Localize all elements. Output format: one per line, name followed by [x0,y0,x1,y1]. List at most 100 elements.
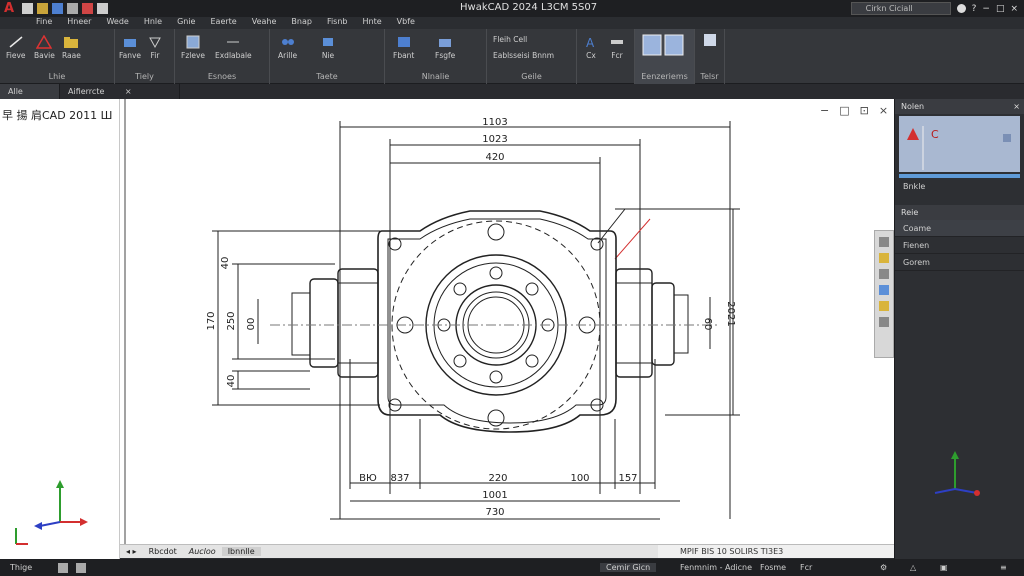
explode-button[interactable]: Exdlabale [215,35,252,60]
annotation-icon[interactable]: △ [910,563,916,572]
ribbon-group-annotate: Fzleve Exdlabale Esnoes [175,29,270,84]
close-icon[interactable]: × [879,104,888,117]
undo-icon[interactable] [82,3,93,14]
line-button[interactable]: Fieve [6,35,26,60]
maximize-icon[interactable]: □ [996,4,1005,14]
list-item[interactable]: Fienen [895,237,1024,254]
dim-left-1: 40 [220,257,231,270]
minimize-icon[interactable]: − [982,4,990,14]
workspace-icon[interactable]: ▣ [940,563,948,572]
close-icon[interactable]: × [1010,4,1018,14]
menu-item[interactable]: Veahe [252,17,277,29]
pan-icon[interactable] [879,237,889,247]
tab-drawing[interactable]: Aifierrcte × [60,84,180,99]
grid-icon[interactable] [58,562,68,573]
menu-item[interactable]: Fine [36,17,52,29]
menu-item[interactable]: Hnte [363,17,382,29]
measure-button[interactable]: Fcr [609,35,625,60]
new-icon[interactable] [22,3,33,14]
panel-row[interactable]: Bnkle [895,178,1024,195]
maximize-icon[interactable]: ⊡ [860,104,869,117]
text-button[interactable]: A Cx [583,35,599,60]
svg-text:C: C [931,128,939,141]
ribbon: Fieve Bavie Raae Lhie Fanve Fir Tiely Fz… [0,29,1024,84]
menu-item[interactable]: Eaerte [210,17,236,29]
print-icon[interactable] [67,3,78,14]
group-button[interactable]: Fsgfe [435,35,455,60]
layer-icon [323,38,333,46]
dim-bottom-6: 730 [485,507,504,518]
steering-icon[interactable] [879,301,889,311]
window-title: HwakCAD 2024 L3CM 5S07 [460,2,598,13]
viewports-button[interactable] [641,33,685,57]
user-icon[interactable] [956,4,966,13]
dim-bottom-1: 837 [390,473,409,484]
menu-item[interactable]: Bnap [291,17,312,29]
menu-item[interactable]: Gnie [177,17,195,29]
showmotion-icon[interactable] [879,285,889,295]
tab-layout-3[interactable]: Ibnnlle [221,547,261,556]
status-scale[interactable]: Fosme [760,563,786,572]
open-icon[interactable] [37,3,48,14]
menu-item[interactable]: Fisnb [327,17,348,29]
insert-button[interactable]: Fbant [393,35,414,60]
nav-arrows-icon[interactable]: ◂ ▸ [120,547,143,556]
polyline-button[interactable]: Bavie [34,35,55,60]
layer-button[interactable]: Nie [320,35,336,60]
command-line[interactable]: MPIF BIS 10 SOLIRS TI3E3 [658,544,894,558]
triangle-icon [36,35,53,49]
menu-bar: Fine Hneer Wede Hnle Gnie Eaerte Veahe B… [36,17,415,29]
list-item[interactable]: Gorem [895,254,1024,271]
properties-button[interactable]: Eablsseisi Bnnm [493,51,554,60]
drawing-canvas[interactable]: 1103 1023 420 BЮ 837 220 100 157 1001 73… [120,99,894,544]
minimize-icon[interactable]: − [820,104,829,117]
menu-item[interactable]: Hnle [144,17,162,29]
select-button[interactable]: Fzleve [181,35,205,60]
array-button[interactable]: Arille [278,35,297,60]
title-bar: A HwakCAD 2024 L3CM 5S07 Cirkn Ciciall ?… [0,0,1024,17]
zoom-icon[interactable] [879,253,889,263]
menu-item[interactable]: Vbfe [397,17,415,29]
tab-layout-2[interactable]: Aucloo [183,547,222,556]
modify-button[interactable]: Fanve [119,35,141,60]
ribbon-group-label: Eenzeriems [641,72,688,81]
close-icon[interactable]: × [1013,99,1020,114]
dim-bottom-left: BЮ [359,473,377,484]
orbit-icon[interactable] [879,269,889,279]
group-icon [439,39,452,47]
status-mode[interactable]: Fenmnim - Adicne [680,563,752,572]
status-value[interactable]: Fcr [800,563,812,572]
folder-button[interactable]: Raae [62,35,81,60]
tab-layout-1[interactable]: Rbcdot [143,547,183,556]
tools-button[interactable] [702,33,718,49]
ribbon-group-label: Nlnalie [421,72,450,81]
text-icon: A [586,36,595,49]
ribbon-group-view: Eenzeriems [635,29,695,84]
help-icon[interactable]: ? [972,4,977,14]
dim-bottom-3: 100 [570,473,589,484]
menu-item[interactable]: Wede [106,17,128,29]
dim-left-3: 250 [226,311,237,330]
app-logo-icon[interactable]: A [0,0,18,17]
save-icon[interactable] [52,3,63,14]
ribbon-group-label: Esnoes [207,72,237,81]
list-item[interactable]: Coame [895,220,1024,237]
svg-text:A: A [586,36,595,49]
status-bar: Thige Cemir Gicn Fenmnim - Adicne Fosme … [0,559,1024,576]
status-model[interactable]: Cemir Gicn [600,563,657,572]
search-input[interactable]: Cirkn Ciciall [850,2,951,15]
redo-icon[interactable] [97,3,108,14]
menu-item[interactable]: Hneer [67,17,91,29]
close-icon[interactable]: × [125,87,132,96]
snap-icon[interactable] [76,562,86,573]
view-icon[interactable] [879,317,889,327]
settings-icon[interactable]: ⚙ [880,563,887,572]
restore-icon[interactable]: □ [839,104,849,117]
quick-access-toolbar [22,3,108,14]
tab-home[interactable]: Alle [0,84,60,99]
match-properties-button[interactable]: Fleih Cell [493,35,527,44]
copy-button[interactable]: Fir [147,35,163,60]
dim-left-2: 170 [206,311,217,330]
fullscreen-icon[interactable]: ≡ [1000,563,1007,572]
block-icon [397,37,410,47]
